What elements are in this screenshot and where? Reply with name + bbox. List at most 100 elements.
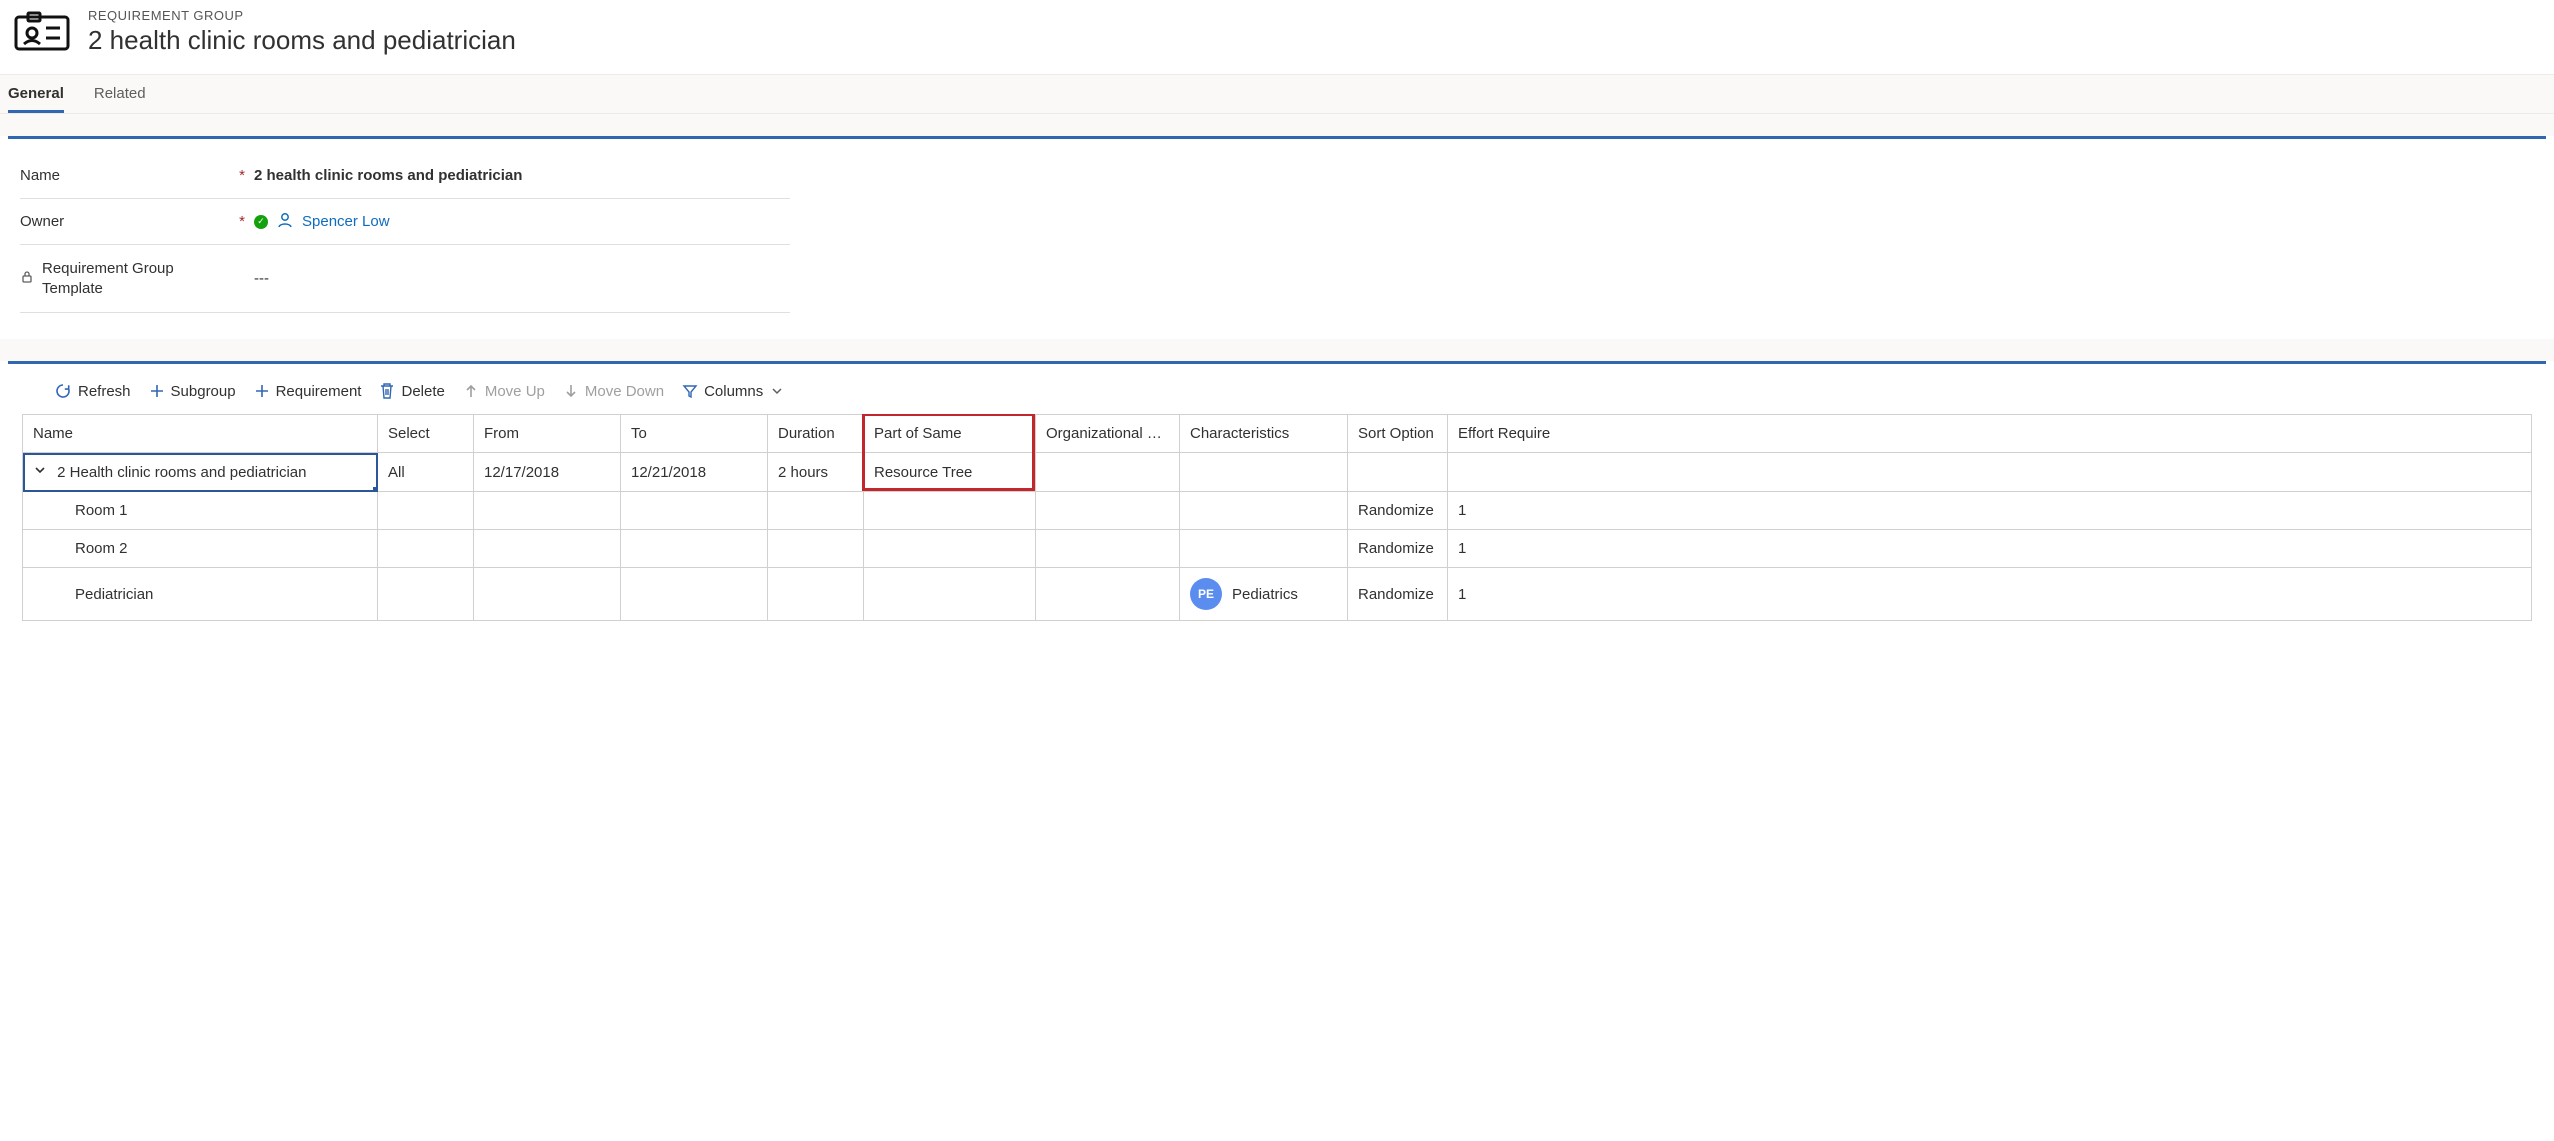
cell-duration[interactable]: 2 hours — [768, 453, 864, 492]
required-indicator: * — [230, 213, 254, 230]
trash-icon — [379, 382, 395, 400]
grid-toolbar: Refresh Subgroup Requirement Delete Move… — [22, 376, 2532, 414]
cell-name[interactable]: Room 2 — [23, 530, 378, 568]
move-down-button[interactable]: Move Down — [563, 383, 664, 400]
name-label: Name — [20, 167, 60, 184]
col-header-orgunit[interactable]: Organizational Unit — [1036, 415, 1180, 453]
cell-from[interactable] — [474, 530, 621, 568]
cell-characteristics[interactable] — [1180, 453, 1348, 492]
table-row[interactable]: Room 1 Randomize 1 — [23, 492, 2532, 530]
form-row-template: Requirement Group Template --- — [20, 245, 790, 313]
refresh-icon — [54, 382, 72, 400]
col-header-characteristics[interactable]: Characteristics — [1180, 415, 1348, 453]
tab-related[interactable]: Related — [94, 75, 146, 113]
add-subgroup-button[interactable]: Subgroup — [149, 383, 236, 400]
tab-general[interactable]: General — [8, 75, 64, 113]
cell-partofsame[interactable] — [864, 568, 1036, 621]
col-header-partofsame[interactable]: Part of Same — [864, 415, 1036, 453]
cell-duration[interactable] — [768, 530, 864, 568]
cell-sort[interactable] — [1348, 453, 1448, 492]
plus-icon — [254, 383, 270, 399]
arrow-down-icon — [563, 383, 579, 399]
entity-type-label: REQUIREMENT GROUP — [88, 8, 516, 23]
cell-to[interactable] — [621, 568, 768, 621]
form-row-name: Name * 2 health clinic rooms and pediatr… — [20, 153, 790, 199]
cell-orgunit[interactable] — [1036, 453, 1180, 492]
cell-to[interactable] — [621, 530, 768, 568]
table-row[interactable]: Pediatrician PE Pediatrics Randomize 1 — [23, 568, 2532, 621]
cell-to[interactable]: 12/21/2018 — [621, 453, 768, 492]
columns-label: Columns — [704, 383, 763, 400]
cell-sort[interactable]: Randomize — [1348, 492, 1448, 530]
cell-partofsame[interactable]: Resource Tree — [864, 453, 1036, 492]
subgroup-label: Subgroup — [171, 383, 236, 400]
form-section: Name * 2 health clinic rooms and pediatr… — [8, 136, 2546, 339]
col-header-duration[interactable]: Duration — [768, 415, 864, 453]
cell-select[interactable] — [378, 492, 474, 530]
grid-section: Refresh Subgroup Requirement Delete Move… — [8, 361, 2546, 625]
record-title: 2 health clinic rooms and pediatrician — [88, 25, 516, 56]
plus-icon — [149, 383, 165, 399]
delete-button[interactable]: Delete — [379, 382, 444, 400]
cell-from[interactable]: 12/17/2018 — [474, 453, 621, 492]
cell-duration[interactable] — [768, 568, 864, 621]
cell-to[interactable] — [621, 492, 768, 530]
cell-select[interactable] — [378, 530, 474, 568]
cell-name[interactable]: 2 Health clinic rooms and pediatrician — [23, 453, 378, 492]
refresh-button[interactable]: Refresh — [54, 382, 131, 400]
cell-from[interactable] — [474, 492, 621, 530]
cell-effort[interactable] — [1448, 453, 2532, 492]
presence-available-icon — [254, 215, 268, 229]
cell-characteristics[interactable]: PE Pediatrics — [1180, 568, 1348, 621]
cell-characteristics[interactable] — [1180, 530, 1348, 568]
columns-button[interactable]: Columns — [682, 383, 783, 400]
col-header-from[interactable]: From — [474, 415, 621, 453]
row-name-text: 2 Health clinic rooms and pediatrician — [57, 464, 306, 481]
record-header: REQUIREMENT GROUP 2 health clinic rooms … — [0, 0, 2554, 74]
cell-characteristics[interactable] — [1180, 492, 1348, 530]
cell-effort[interactable]: 1 — [1448, 492, 2532, 530]
name-value[interactable]: 2 health clinic rooms and pediatrician — [254, 167, 522, 184]
cell-orgunit[interactable] — [1036, 530, 1180, 568]
cell-effort[interactable]: 1 — [1448, 530, 2532, 568]
cell-from[interactable] — [474, 568, 621, 621]
table-row[interactable]: 2 Health clinic rooms and pediatrician A… — [23, 453, 2532, 492]
owner-label: Owner — [20, 213, 64, 230]
moveup-label: Move Up — [485, 383, 545, 400]
grid-header-row: Name Select From To Duration Part of Sam… — [23, 415, 2532, 453]
col-header-select[interactable]: Select — [378, 415, 474, 453]
characteristic-avatar: PE — [1190, 578, 1222, 610]
characteristic-text: Pediatrics — [1232, 586, 1298, 603]
requirements-grid[interactable]: Name Select From To Duration Part of Sam… — [22, 414, 2532, 621]
cell-effort[interactable]: 1 — [1448, 568, 2532, 621]
cell-name[interactable]: Pediatrician — [23, 568, 378, 621]
template-value[interactable]: --- — [254, 270, 269, 287]
cell-select[interactable]: All — [378, 453, 474, 492]
movedown-label: Move Down — [585, 383, 664, 400]
cell-select[interactable] — [378, 568, 474, 621]
cell-sort[interactable]: Randomize — [1348, 530, 1448, 568]
add-requirement-button[interactable]: Requirement — [254, 383, 362, 400]
move-up-button[interactable]: Move Up — [463, 383, 545, 400]
entity-icon — [14, 11, 70, 53]
col-header-name[interactable]: Name — [23, 415, 378, 453]
person-icon — [276, 211, 294, 233]
template-label: Requirement Group Template — [42, 259, 230, 298]
cell-partofsame[interactable] — [864, 530, 1036, 568]
cell-orgunit[interactable] — [1036, 492, 1180, 530]
table-row[interactable]: Room 2 Randomize 1 — [23, 530, 2532, 568]
cell-partofsame[interactable] — [864, 492, 1036, 530]
owner-lookup-value[interactable]: Spencer Low — [302, 213, 390, 230]
chevron-down-icon[interactable] — [33, 463, 49, 481]
col-header-effort[interactable]: Effort Require — [1448, 415, 2532, 453]
filter-icon — [682, 383, 698, 399]
col-header-sort[interactable]: Sort Option — [1348, 415, 1448, 453]
cell-name[interactable]: Room 1 — [23, 492, 378, 530]
col-header-to[interactable]: To — [621, 415, 768, 453]
cell-orgunit[interactable] — [1036, 568, 1180, 621]
refresh-label: Refresh — [78, 383, 131, 400]
cell-duration[interactable] — [768, 492, 864, 530]
arrow-up-icon — [463, 383, 479, 399]
chevron-down-icon — [771, 385, 783, 397]
cell-sort[interactable]: Randomize — [1348, 568, 1448, 621]
